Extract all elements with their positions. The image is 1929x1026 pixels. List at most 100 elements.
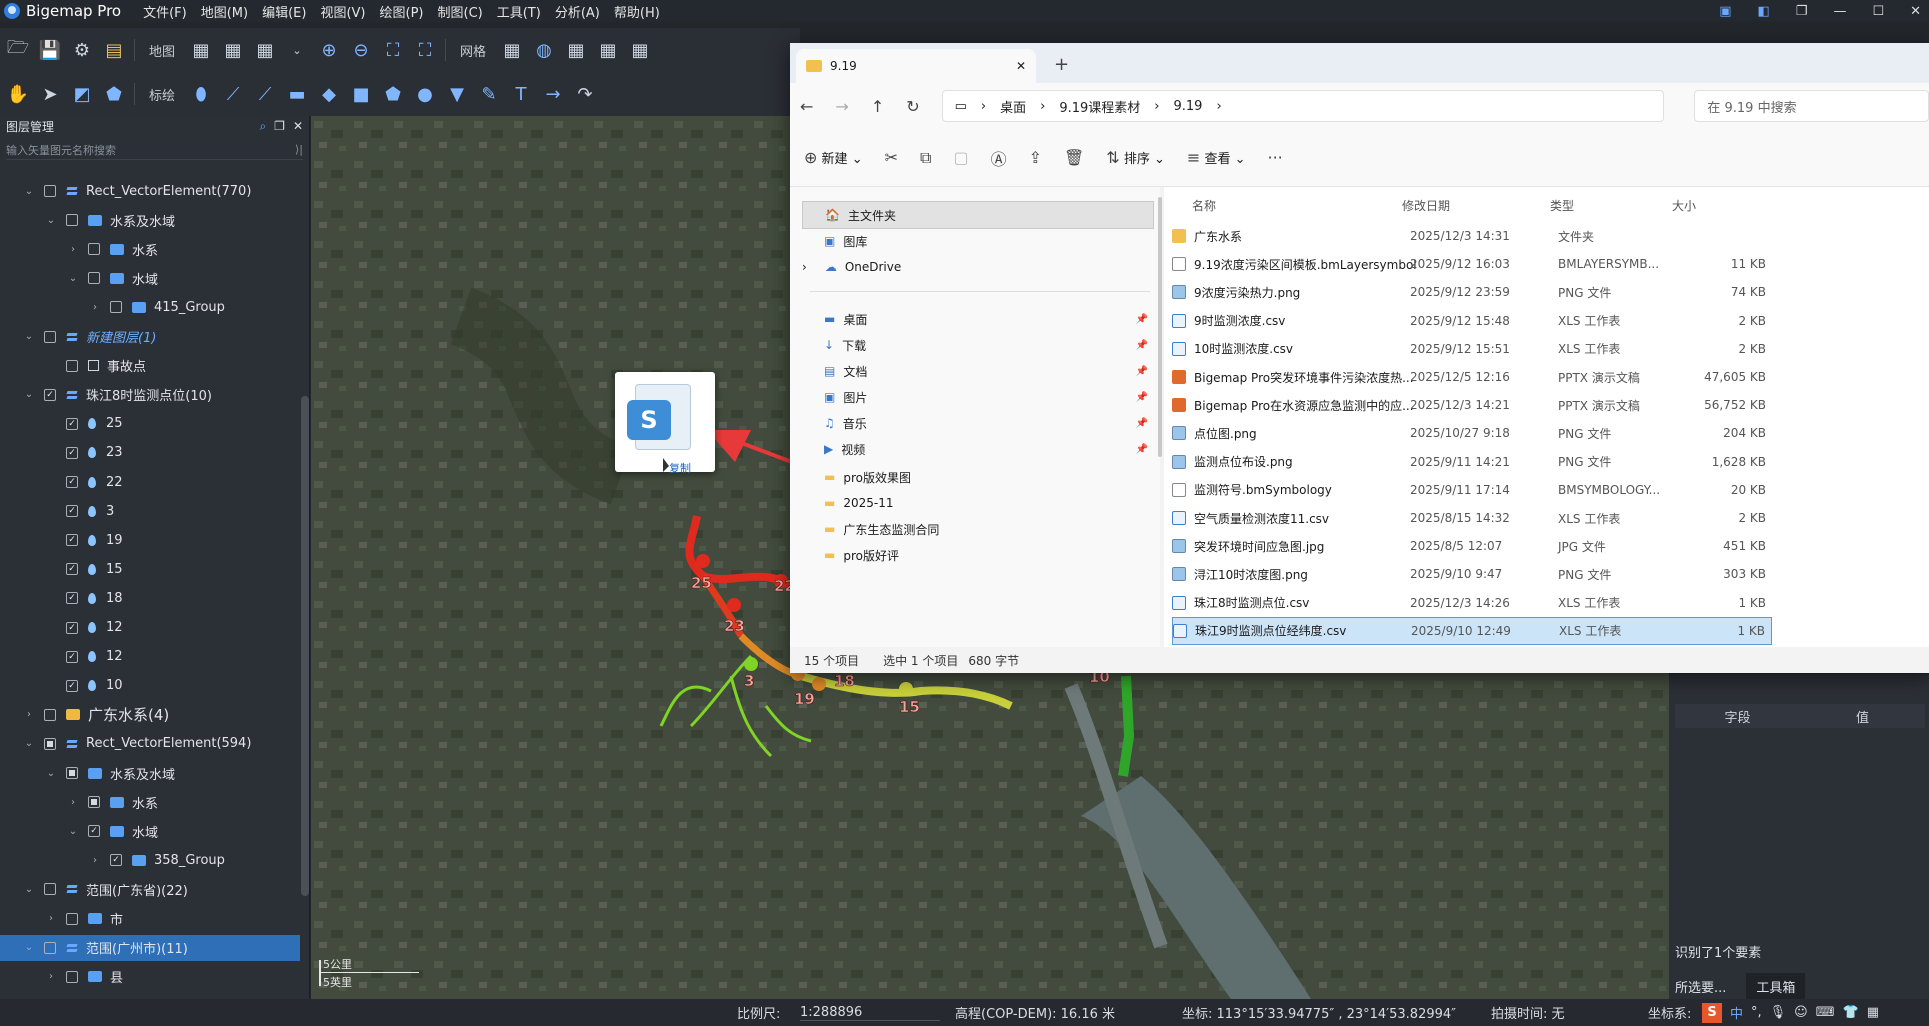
tab-selected-features[interactable]: 所选要...	[1675, 977, 1726, 996]
layer-checkbox[interactable]	[66, 476, 78, 488]
expand-toggle-icon[interactable]: ›	[90, 855, 100, 866]
map-download-icon[interactable]: ▦	[253, 38, 277, 62]
breadcrumb-course[interactable]: 9.19课程素材	[1059, 97, 1140, 116]
point-19[interactable]	[812, 677, 826, 691]
address-bar[interactable]: ▭ › 桌面 › 9.19课程素材 › 9.19 ›	[941, 90, 1665, 122]
layer-tree-row[interactable]: ⌄ 水系及水域	[0, 207, 175, 233]
file-row[interactable]: 广东水系 2025/12/3 14:31 文件夹	[1172, 222, 1772, 250]
nav-item[interactable]: ▣ 图库	[802, 227, 1154, 255]
file-row[interactable]: 突发环境时间应急图.jpg 2025/8/5 12:07 JPG 文件 451 KB	[1172, 532, 1772, 560]
emoji-icon[interactable]: ☺	[1794, 1005, 1808, 1020]
layer-checkbox[interactable]	[88, 243, 100, 256]
layer-checkbox[interactable]	[66, 912, 78, 925]
file-row[interactable]: 珠江8时监测点位.csv 2025/12/3 14:26 XLS 工作表 1 KB	[1172, 589, 1772, 617]
grid-tile-icon[interactable]: ▦	[564, 38, 588, 62]
grid-tile2-icon[interactable]: ▦	[596, 38, 620, 62]
file-row[interactable]: 监测符号.bmSymbology 2025/9/11 17:14 BMSYMBOLO…	[1172, 476, 1772, 504]
full-extent-icon[interactable]: ⛶	[413, 38, 437, 62]
layer-tree-row[interactable]: 10	[0, 673, 123, 699]
nav-scrollbar[interactable]	[1158, 197, 1162, 457]
minimize-icon[interactable]: —	[1833, 4, 1846, 19]
expand-toggle-icon[interactable]: ›	[24, 709, 34, 720]
pin-icon[interactable]: 📌	[1136, 314, 1148, 325]
point-23[interactable]	[727, 598, 741, 612]
share-icon[interactable]: ⇪	[1029, 148, 1042, 167]
point-25[interactable]	[696, 554, 710, 568]
menu-analysis[interactable]: 分析(A)	[555, 2, 600, 21]
refresh-icon[interactable]: ↻	[906, 97, 919, 116]
punctuation-icon[interactable]: °,	[1751, 1005, 1762, 1020]
arrow-shape-icon[interactable]: ◆	[317, 82, 341, 106]
menu-cartography[interactable]: 制图(C)	[438, 2, 483, 21]
file-row[interactable]: 9时监测浓度.csv 2025/9/12 15:48 XLS 工作表 2 KB	[1172, 307, 1772, 335]
maximize-icon[interactable]: ☐	[1872, 4, 1884, 19]
layer-checkbox[interactable]	[66, 650, 78, 663]
file-row[interactable]: 浔江10时浓度图.png 2025/9/10 9:47 PNG 文件 303 KB	[1172, 560, 1772, 588]
layer-checkbox[interactable]	[110, 301, 122, 314]
nav-item[interactable]: ▬ 桌面 📌	[802, 305, 1154, 333]
skin-icon[interactable]: ◧	[1757, 4, 1769, 19]
layer-checkbox[interactable]	[44, 883, 56, 896]
layer-panel-scrollbar[interactable]	[301, 396, 309, 896]
sort-button[interactable]: ⇅ 排序 ⌄	[1106, 148, 1165, 167]
curved-arrow-icon[interactable]: ↷	[573, 82, 597, 106]
expand-toggle-icon[interactable]: ›	[90, 302, 100, 313]
layer-checkbox[interactable]	[66, 214, 78, 227]
pin-icon[interactable]: 📌	[1136, 366, 1148, 377]
select-pointer-icon[interactable]: ➤	[38, 82, 62, 106]
layer-checkbox[interactable]	[110, 854, 122, 867]
expand-toggle-icon[interactable]: ⌄	[68, 273, 78, 284]
layer-tree-row[interactable]: › 415_Group	[0, 294, 225, 320]
file-row[interactable]: 10时监测浓度.csv 2025/9/12 15:51 XLS 工作表 2 KB	[1172, 335, 1772, 363]
layer-search-input[interactable]: 输入矢量图元名称搜索 ⟩|	[6, 140, 303, 160]
layer-tree-row[interactable]: 12	[0, 615, 123, 641]
file-row[interactable]: 珠江9时监测点位经纬度.csv 2025/9/10 12:49 XLS 工作表 1 K…	[1172, 616, 1772, 645]
rename-icon[interactable]: Ⓐ	[991, 146, 1007, 170]
identify-icon[interactable]: ⬟	[102, 82, 126, 106]
close-tab-icon[interactable]: ✕	[1016, 59, 1026, 73]
delete-icon[interactable]: 🗑	[1064, 148, 1084, 167]
layer-tree-row[interactable]: ⌄ 新建图层(1)	[0, 324, 156, 350]
layer-checkbox[interactable]	[66, 621, 78, 634]
zoom-out-icon[interactable]: ⊖	[349, 38, 373, 62]
layer-tree-row[interactable]: 15	[0, 556, 123, 582]
layer-tree-row[interactable]: ⌄ Rect_VectorElement(770)	[0, 178, 252, 204]
text-box-icon[interactable]: T	[509, 82, 533, 106]
paste-icon[interactable]: ▢	[953, 148, 968, 167]
layer-checkbox[interactable]	[66, 534, 78, 547]
text-edit-icon[interactable]: ✎	[477, 82, 501, 106]
layer-tree-row[interactable]: ⌄ 水域	[0, 265, 158, 291]
tab-toolbox[interactable]: 工具箱	[1746, 973, 1806, 1000]
save-icon[interactable]: 💾	[38, 38, 62, 62]
collapse-icon[interactable]: ⟩|	[295, 143, 303, 156]
file-row[interactable]: Bigemap Pro在水资源应急监测中的应... 2025/12/3 14:21…	[1172, 391, 1772, 419]
grid-tile3-icon[interactable]: ▦	[628, 38, 652, 62]
layer-tree-row[interactable]: › 广东水系(4)	[0, 702, 169, 728]
menu-draw[interactable]: 绘图(P)	[380, 2, 424, 21]
scale-input[interactable]: 1:288896	[800, 1005, 940, 1021]
new-button[interactable]: ⊕ 新建 ⌄	[804, 148, 863, 167]
layer-checkbox[interactable]	[66, 505, 78, 518]
layer-checkbox[interactable]	[66, 970, 78, 983]
skin-icon[interactable]: 👕	[1843, 1005, 1859, 1020]
expand-toggle-icon[interactable]: ⌄	[24, 738, 34, 749]
expand-toggle-icon[interactable]: ⌄	[46, 215, 56, 226]
file-row[interactable]: 监测点位布设.png 2025/9/11 14:21 PNG 文件 1,628 KB	[1172, 448, 1772, 476]
rectangle-icon[interactable]: ▬	[285, 82, 309, 106]
menu-view[interactable]: 视图(V)	[320, 2, 365, 21]
layer-tree-row[interactable]: › 水系	[0, 236, 158, 262]
globe-grid-icon[interactable]: ◍	[532, 38, 556, 62]
layer-tree-row[interactable]: 12	[0, 644, 123, 670]
close-panel-icon[interactable]: ✕	[293, 119, 303, 134]
file-row[interactable]: 9浓度污染热力.png 2025/9/12 23:59 PNG 文件 74 KB	[1172, 278, 1772, 306]
menu-file[interactable]: 文件(F)	[143, 2, 187, 21]
layer-tree-row[interactable]: ⌄ Rect_VectorElement(594)	[0, 731, 252, 757]
mic-icon[interactable]: 🎙	[1770, 1005, 1787, 1020]
chevron-right-icon[interactable]: ›	[802, 260, 807, 274]
explorer-tab[interactable]: 9.19 ✕	[796, 49, 1036, 83]
expand-toggle-icon[interactable]: ›	[46, 971, 56, 982]
marker-icon[interactable]: ⬮	[189, 82, 213, 106]
menu-edit[interactable]: 编辑(E)	[262, 2, 306, 21]
map-source-icon[interactable]: ▦	[189, 38, 213, 62]
float-icon[interactable]: ❐	[274, 119, 285, 134]
